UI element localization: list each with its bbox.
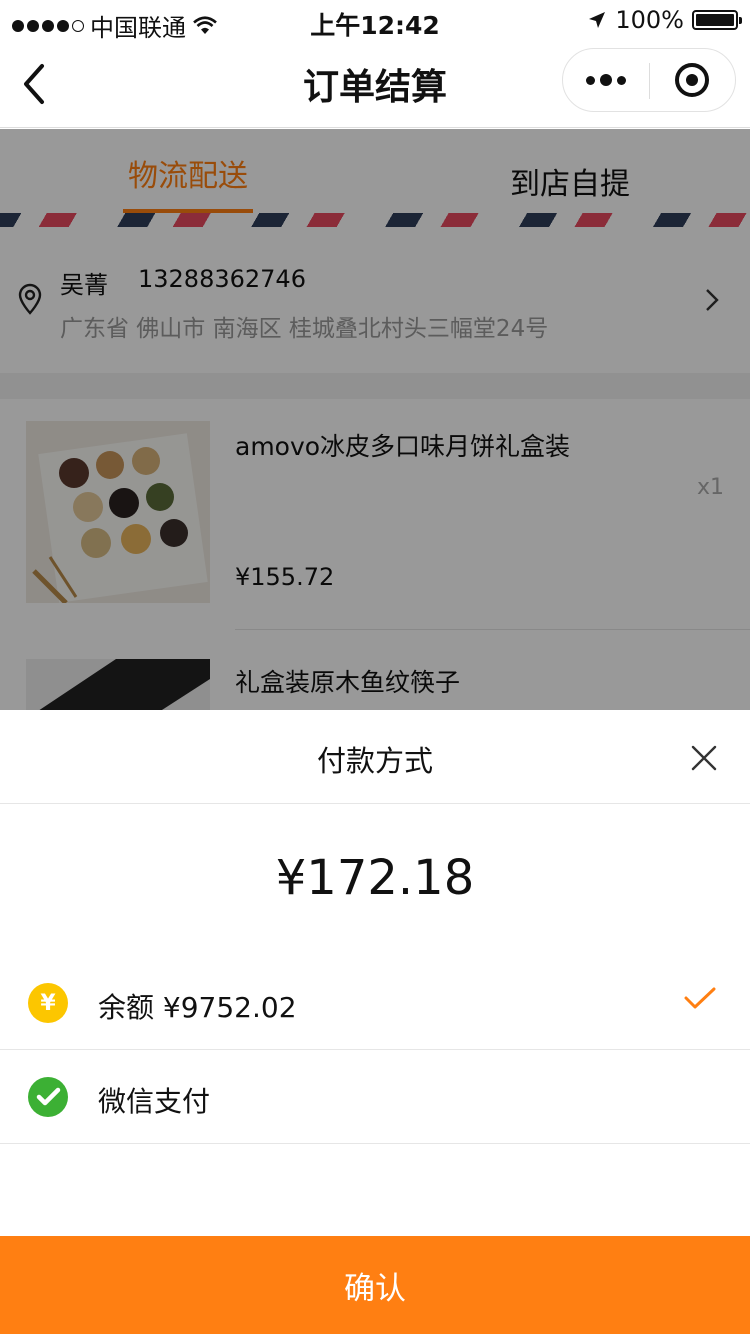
more-button[interactable] [563, 49, 649, 111]
order-page: 物流配送 到店自提 吴菁 13288362746 广东省 佛山市 南海区 桂城叠… [0, 129, 750, 710]
battery-percent: 100% [615, 6, 684, 34]
payment-method-label: 微信支付 [98, 1085, 211, 1118]
status-bar: 中国联通 上午12:42 100% [0, 0, 750, 42]
battery-icon [692, 10, 742, 30]
payment-sheet: 付款方式 ¥172.18 ¥ 余额 ¥9752.02 微信支付 确认 [0, 710, 750, 1334]
wechat-pay-icon [28, 1077, 68, 1117]
close-mini-program-button[interactable] [649, 49, 735, 111]
payment-method-wechat[interactable]: 微信支付 [0, 1050, 750, 1144]
modal-overlay[interactable] [0, 129, 750, 710]
yuan-icon: ¥ [28, 983, 68, 1023]
status-right: 100% [587, 6, 742, 34]
close-icon [691, 745, 717, 771]
close-button[interactable] [690, 744, 718, 772]
payment-amount: ¥172.18 [275, 850, 475, 906]
payment-method-label: 余额 ¥9752.02 [98, 991, 297, 1024]
checkmark-icon [684, 987, 716, 1009]
sheet-title: 付款方式 [316, 744, 433, 778]
mini-program-capsule [562, 48, 736, 112]
confirm-button[interactable]: 确认 [0, 1236, 750, 1334]
payment-method-balance[interactable]: ¥ 余额 ¥9752.02 [0, 956, 750, 1050]
target-circle-icon [675, 63, 709, 97]
location-arrow-icon [589, 12, 606, 28]
navigation-bar: 订单结算 [0, 40, 750, 128]
more-dots-icon [586, 75, 595, 85]
sheet-header: 付款方式 [0, 710, 750, 804]
